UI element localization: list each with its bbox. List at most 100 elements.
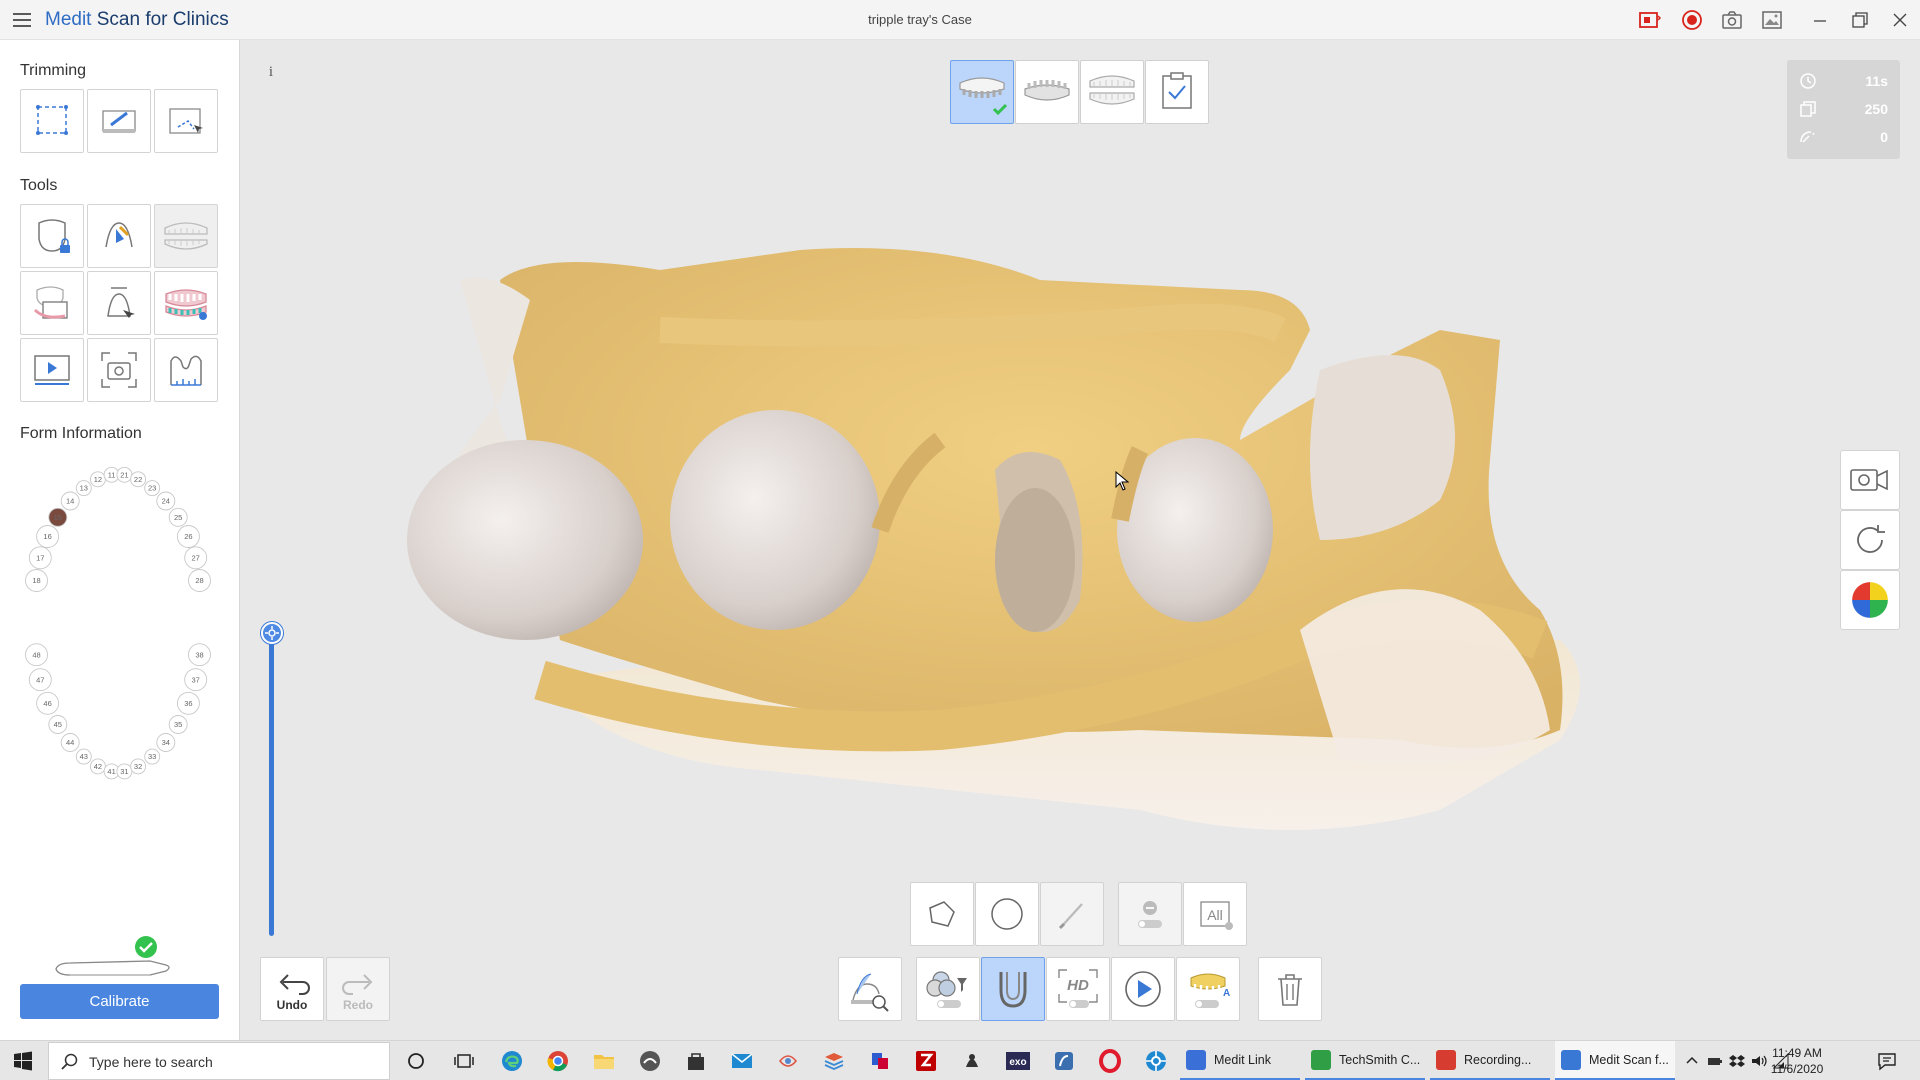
tooth-12[interactable]: 12	[89, 471, 106, 488]
tray-chevron-up-icon[interactable]	[1683, 1052, 1701, 1070]
app-icon-3[interactable]	[820, 1047, 848, 1075]
screenshot-camera-icon[interactable]	[1720, 8, 1744, 32]
jaw-model-tool[interactable]	[154, 271, 218, 335]
reset-view-button[interactable]	[1840, 510, 1900, 570]
stage-lower-jaw-button[interactable]	[1015, 60, 1079, 124]
circle-select-button[interactable]	[975, 882, 1039, 946]
undo-button[interactable]: Undo	[260, 957, 324, 1021]
video-play-tool[interactable]	[20, 338, 84, 402]
store-icon[interactable]	[682, 1047, 710, 1075]
tooth-45[interactable]: 45	[48, 715, 68, 734]
scan-filter-button[interactable]	[838, 957, 902, 1021]
tooth-25[interactable]: 25	[168, 507, 188, 527]
taskbar-search-box[interactable]: Type here to search	[48, 1042, 390, 1080]
tooth-18[interactable]: 18	[25, 569, 48, 592]
polygon-select-button[interactable]	[910, 882, 974, 946]
mail-icon[interactable]	[728, 1047, 756, 1075]
tooth-38[interactable]: 38	[188, 643, 211, 667]
play-scan-button[interactable]	[1111, 957, 1175, 1021]
tooth-37[interactable]: 37	[184, 668, 208, 692]
color-mode-button[interactable]	[1840, 570, 1900, 630]
app-icon-1[interactable]	[636, 1047, 664, 1075]
edge-browser-icon[interactable]	[498, 1047, 526, 1075]
select-all-button[interactable]: All	[1183, 882, 1247, 946]
auto-align-button[interactable]: A	[1176, 957, 1240, 1021]
tooth-35[interactable]: 35	[168, 715, 188, 734]
tray-scan-button[interactable]	[981, 957, 1045, 1021]
measure-tool[interactable]	[154, 338, 218, 402]
cortana-icon[interactable]	[402, 1047, 430, 1075]
app-icon-5[interactable]	[958, 1047, 986, 1075]
tooth-31[interactable]: 31	[116, 763, 133, 780]
tooth-24[interactable]: 24	[156, 491, 176, 511]
delete-button[interactable]	[1258, 957, 1322, 1021]
opera-icon[interactable]	[1096, 1047, 1124, 1075]
margin-line-tool[interactable]	[87, 271, 151, 335]
taskbar-clock[interactable]: 11:49 AM 11/6/2020	[1757, 1045, 1837, 1077]
stage-complete-button[interactable]	[1145, 60, 1209, 124]
occlusion-tool[interactable]	[154, 204, 218, 268]
tooth-46[interactable]: 46	[36, 691, 60, 715]
tooth-21[interactable]: 21	[116, 466, 133, 483]
lock-tooth-tool[interactable]	[20, 204, 84, 268]
screen-record-area-icon[interactable]	[1638, 8, 1662, 32]
restore-icon[interactable]	[1848, 8, 1872, 32]
taskbar-app-medit-scan[interactable]: Medit Scan f...	[1555, 1041, 1675, 1080]
gallery-icon[interactable]	[1760, 8, 1784, 32]
info-icon[interactable]: i	[260, 60, 282, 82]
tooth-33[interactable]: 33	[144, 748, 161, 765]
task-view-icon[interactable]	[450, 1047, 478, 1075]
tooth-48[interactable]: 48	[25, 643, 48, 667]
tooth-32[interactable]: 32	[130, 758, 147, 775]
app-icon-7[interactable]	[1142, 1047, 1170, 1075]
taskbar-app-techsmith[interactable]: TechSmith C...	[1305, 1041, 1425, 1080]
tooth-16[interactable]: 16	[36, 525, 60, 548]
app-icon-4[interactable]	[866, 1047, 894, 1075]
tooth-47[interactable]: 47	[28, 668, 52, 692]
trim-lasso-tool[interactable]	[154, 89, 218, 153]
tooth-13[interactable]: 13	[75, 480, 92, 497]
tooth-34[interactable]: 34	[156, 733, 176, 752]
minimize-icon[interactable]	[1808, 8, 1832, 32]
gingiva-photo-tool[interactable]	[20, 271, 84, 335]
tooth-17[interactable]: 17	[28, 546, 52, 570]
tooth-28[interactable]: 28	[188, 569, 211, 592]
tooth-23[interactable]: 23	[144, 480, 161, 497]
tooth-26[interactable]: 26	[176, 525, 200, 548]
trim-brush-tool[interactable]	[87, 89, 151, 153]
trim-rectangle-tool[interactable]	[20, 89, 84, 153]
calibrate-button[interactable]: Calibrate	[20, 984, 219, 1019]
video-camera-button[interactable]	[1840, 450, 1900, 510]
tooth-14[interactable]: 14	[60, 491, 80, 511]
brush-select-button[interactable]	[1040, 882, 1104, 946]
tooth-44[interactable]: 44	[60, 733, 80, 752]
filezilla-icon[interactable]	[912, 1047, 940, 1075]
close-icon[interactable]	[1888, 8, 1912, 32]
tray-dropbox-icon[interactable]	[1728, 1052, 1746, 1070]
remove-toggle-button[interactable]	[1118, 882, 1182, 946]
abutment-tool[interactable]	[87, 204, 151, 268]
tooth-27[interactable]: 27	[184, 546, 208, 570]
tooth-36[interactable]: 36	[176, 691, 200, 715]
taskbar-app-recording[interactable]: Recording...	[1430, 1041, 1550, 1080]
record-icon[interactable]	[1680, 8, 1704, 32]
tooth-42[interactable]: 42	[89, 758, 106, 775]
tooth-chart[interactable]: 18 17 16 15 14 13 12 11 21 22 23 24 25 26 27 28 48 47 46 45…	[18, 412, 218, 782]
exocad-icon[interactable]: exo	[1004, 1047, 1032, 1075]
hd-mode-button[interactable]: HD	[1046, 957, 1110, 1021]
tissue-filter-button[interactable]	[916, 957, 980, 1021]
capture-tool[interactable]	[87, 338, 151, 402]
stage-occlusion-button[interactable]	[1080, 60, 1144, 124]
app-icon-2[interactable]	[774, 1047, 802, 1075]
taskbar-app-medit-link[interactable]: Medit Link	[1180, 1041, 1300, 1080]
stage-upper-jaw-button[interactable]	[950, 60, 1014, 124]
tooth-43[interactable]: 43	[75, 748, 92, 765]
tray-battery-icon[interactable]	[1706, 1052, 1724, 1070]
tooth-22[interactable]: 22	[130, 471, 147, 488]
start-button[interactable]	[0, 1041, 46, 1080]
notification-center-icon[interactable]	[1876, 1050, 1898, 1072]
chrome-icon[interactable]	[544, 1047, 572, 1075]
tooth-15[interactable]: 15	[48, 507, 68, 527]
scan-depth-slider-handle[interactable]	[261, 622, 283, 644]
redo-button[interactable]: Redo	[326, 957, 390, 1021]
